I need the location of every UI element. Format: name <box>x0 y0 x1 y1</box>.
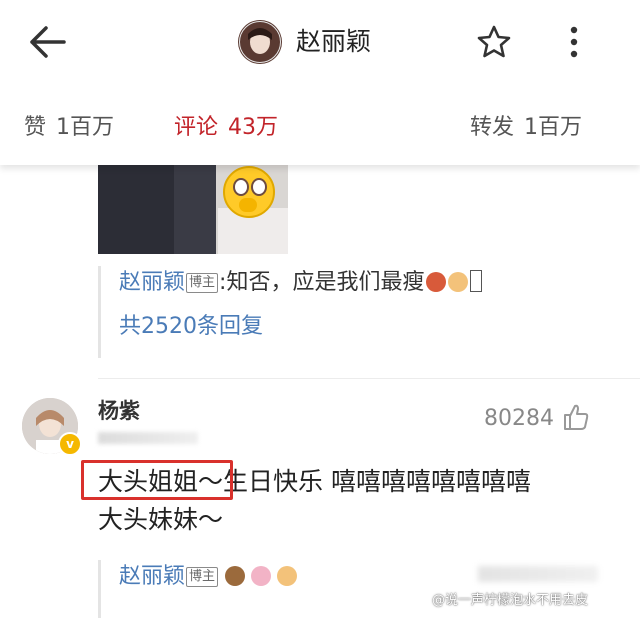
favorite-button[interactable] <box>472 22 516 62</box>
comment-line-2: 大头妹妹～ <box>98 505 224 534</box>
reply-count-link[interactable]: 共2520条回复 <box>119 310 640 344</box>
reply-preview[interactable]: 赵丽颖 博主:知否，应是我们最瘦 共2520条回复 <box>98 266 640 358</box>
emoji-eye <box>251 178 267 196</box>
reply-line: 赵丽颖 博主:知否，应是我们最瘦 <box>119 266 640 300</box>
blurred-meta <box>98 432 198 444</box>
flower-emoji-icon <box>251 566 272 586</box>
tab-reposts[interactable]: 转发 1百万 <box>470 112 582 144</box>
highlight-box <box>81 460 233 500</box>
emoji-hand <box>239 198 257 212</box>
arrow-left-icon <box>30 26 66 58</box>
unknown-glyph-icon <box>470 270 483 292</box>
tab-likes[interactable]: 赞 1百万 <box>24 112 114 144</box>
divider <box>98 378 640 379</box>
avatar-image <box>239 21 281 63</box>
comment-photo[interactable] <box>98 158 288 254</box>
emoji-eye <box>233 178 249 196</box>
like-button[interactable] <box>562 402 590 432</box>
page-title: 赵丽颖 <box>296 27 372 56</box>
monkey-emoji-icon <box>225 566 246 586</box>
star-icon <box>477 25 511 58</box>
hand-emoji-icon <box>448 272 469 292</box>
blurred-meta <box>478 566 598 582</box>
reply-text: :知否，应是我们最瘦 <box>219 270 425 295</box>
verified-badge-icon: v <box>58 432 82 456</box>
commenter-name[interactable]: 杨紫 <box>98 396 140 426</box>
shocked-emoji-icon <box>223 166 275 218</box>
more-vertical-icon <box>570 26 578 58</box>
header-avatar[interactable] <box>238 20 282 64</box>
comment-text-rest: 生日快乐 嘻嘻嘻嘻嘻嘻嘻嘻 <box>223 467 531 496</box>
reply-author-link[interactable]: 赵丽颖 <box>119 564 185 589</box>
author-badge: 博主 <box>186 567 219 587</box>
watermark: @说一声柠檬泡水不用去皮 <box>432 593 589 608</box>
monkey-emoji-icon <box>426 272 447 292</box>
back-button[interactable] <box>26 22 70 62</box>
like-count: 80284 <box>484 406 554 431</box>
likes-value: 1百万 <box>56 115 115 140</box>
reposts-label: 转发 <box>470 115 515 140</box>
comments-label: 评论 <box>174 115 219 140</box>
reply-author-link[interactable]: 赵丽颖 <box>119 270 185 295</box>
more-button[interactable] <box>556 22 592 62</box>
thumbs-up-icon <box>564 404 589 430</box>
hand-emoji-icon <box>277 566 298 586</box>
comments-value: 43万 <box>228 115 279 140</box>
author-badge: 博主 <box>186 273 219 293</box>
tab-comments[interactable]: 评论 43万 <box>174 112 278 144</box>
likes-label: 赞 <box>24 115 47 140</box>
reposts-value: 1百万 <box>524 115 583 140</box>
